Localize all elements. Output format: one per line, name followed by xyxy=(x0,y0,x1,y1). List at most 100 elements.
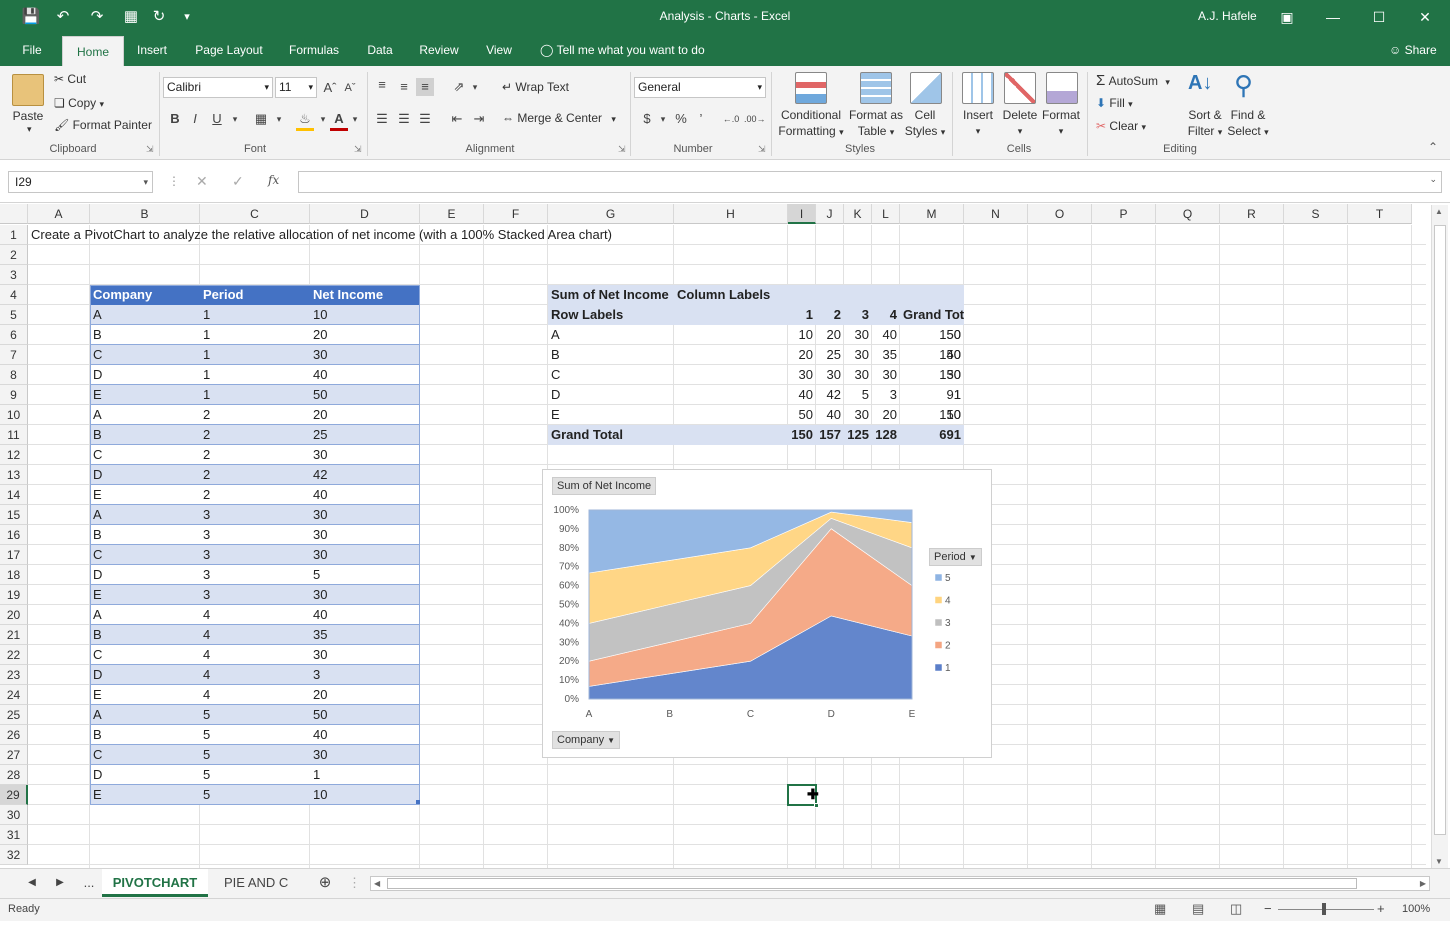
increase-decimal-icon[interactable]: ←.0 xyxy=(722,110,740,128)
row-header[interactable]: 15 xyxy=(0,505,28,525)
table-cell[interactable]: 50 xyxy=(310,385,420,405)
insert-function-icon[interactable]: fx xyxy=(268,173,279,187)
fill-handle[interactable] xyxy=(814,803,819,808)
row-header[interactable]: 16 xyxy=(0,525,28,545)
more-sheets-left[interactable]: ... xyxy=(78,869,100,897)
pivot-value-cell[interactable]: 30 xyxy=(844,405,872,425)
pivot-value-cell[interactable]: 20 xyxy=(872,405,900,425)
underline-button[interactable]: U xyxy=(208,110,226,128)
tab-page-layout[interactable]: Page Layout xyxy=(188,34,270,66)
pivot-value-cell[interactable]: 42 xyxy=(816,385,844,405)
pivot-period-header[interactable]: 1 xyxy=(788,305,816,325)
copy-button[interactable]: ❏ Copy ▾ xyxy=(54,96,104,110)
bold-button[interactable]: B xyxy=(166,110,184,128)
insert-cells-button[interactable]: Insert ▾ xyxy=(956,107,1000,139)
table-cell[interactable]: 5 xyxy=(200,785,310,805)
table-cell[interactable]: 30 xyxy=(310,545,420,565)
tab-data[interactable]: Data xyxy=(360,34,400,66)
table-cell[interactable]: B xyxy=(90,625,200,645)
align-top-icon[interactable]: ≡ xyxy=(373,76,391,94)
row-header[interactable]: 1 xyxy=(0,225,28,245)
scroll-up-icon[interactable]: ▲ xyxy=(1435,207,1443,216)
shrink-font-icon[interactable]: Aˇ xyxy=(341,79,359,97)
column-header[interactable]: K xyxy=(844,204,872,224)
table-cell[interactable]: 1 xyxy=(200,345,310,365)
customize-icon[interactable]: ▾ xyxy=(176,7,198,27)
decrease-decimal-icon[interactable]: .00→ xyxy=(744,110,766,128)
pivot-value-cell[interactable]: 30 xyxy=(844,365,872,385)
table-cell[interactable]: E xyxy=(90,785,200,805)
magnifier-icon[interactable]: ⚲ xyxy=(1234,70,1253,101)
clipboard-launcher-icon[interactable]: ⇲ xyxy=(146,144,154,155)
formula-input[interactable]: ⌄ xyxy=(298,171,1442,193)
table-cell[interactable]: 25 xyxy=(310,425,420,445)
table-cell[interactable]: 2 xyxy=(200,465,310,485)
cancel-icon[interactable]: ✕ xyxy=(196,173,208,190)
table-cell[interactable]: 20 xyxy=(310,685,420,705)
table-cell[interactable]: 1 xyxy=(200,325,310,345)
format-painter-button[interactable]: 🖌 Format Painter xyxy=(54,118,152,132)
scroll-right-icon[interactable]: ▶ xyxy=(1420,877,1426,890)
tab-insert[interactable]: Insert xyxy=(130,34,174,66)
pivot-value-cell[interactable]: 30 xyxy=(844,325,872,345)
column-header[interactable]: N xyxy=(964,204,1028,224)
cut-button[interactable]: ✂ Cut xyxy=(54,72,86,86)
table-cell[interactable]: 3 xyxy=(200,505,310,525)
table-cell[interactable]: 5 xyxy=(200,725,310,745)
row-header[interactable]: 30 xyxy=(0,805,28,825)
row-header[interactable]: 20 xyxy=(0,605,28,625)
tab-view[interactable]: View xyxy=(478,34,520,66)
table-cell[interactable]: 2 xyxy=(200,405,310,425)
borders-icon[interactable]: ▦ xyxy=(252,110,270,128)
vertical-scroll-thumb[interactable] xyxy=(1434,225,1446,835)
table-cell[interactable]: A xyxy=(90,605,200,625)
zoom-level[interactable]: 100% xyxy=(1402,903,1430,915)
pivot-row-total[interactable]: 91 xyxy=(900,385,964,405)
select-all-corner[interactable] xyxy=(0,204,28,224)
table-cell[interactable]: 4 xyxy=(200,685,310,705)
pivot-value-cell[interactable]: 35 xyxy=(872,345,900,365)
table-cell[interactable]: A xyxy=(90,405,200,425)
table-cell[interactable]: 4 xyxy=(200,665,310,685)
table-cell[interactable]: E xyxy=(90,585,200,605)
table-cell[interactable]: A xyxy=(90,505,200,525)
pivot-total-blank[interactable] xyxy=(674,425,788,445)
table-cell[interactable]: 2 xyxy=(200,425,310,445)
table-cell[interactable]: B xyxy=(90,425,200,445)
instruction-cell[interactable]: Create a PivotChart to analyze the relat… xyxy=(28,225,828,245)
row-header[interactable]: 21 xyxy=(0,625,28,645)
pivot-period-header[interactable]: 2 xyxy=(816,305,844,325)
row-header[interactable]: 31 xyxy=(0,825,28,845)
pivot-value-cell[interactable]: 5 xyxy=(844,385,872,405)
pivot-row-label[interactable]: C xyxy=(548,365,674,385)
row-header[interactable]: 5 xyxy=(0,305,28,325)
column-header[interactable]: Q xyxy=(1156,204,1220,224)
row-header[interactable]: 14 xyxy=(0,485,28,505)
column-header[interactable]: M xyxy=(900,204,964,224)
pivot-grand-total-header[interactable]: Grand Total xyxy=(900,305,964,325)
pivot-grand-total-label[interactable]: Grand Total xyxy=(548,425,674,445)
table-cell[interactable]: A xyxy=(90,705,200,725)
minimize-icon[interactable]: — xyxy=(1320,6,1346,28)
column-header[interactable]: I xyxy=(788,204,816,224)
row-header[interactable]: 18 xyxy=(0,565,28,585)
zoom-slider-thumb[interactable] xyxy=(1322,903,1326,915)
table-header-cell[interactable]: Period xyxy=(200,285,310,305)
horizontal-scroll-thumb[interactable] xyxy=(387,878,1357,889)
pivot-value-label[interactable]: Sum of Net Income xyxy=(548,285,674,305)
row-header[interactable]: 25 xyxy=(0,705,28,725)
table-header-cell[interactable]: Net Income xyxy=(310,285,420,305)
pivot-grand-total[interactable]: 691 xyxy=(900,425,964,445)
user-name[interactable]: A.J. Hafele xyxy=(1198,9,1257,23)
row-header[interactable]: 4 xyxy=(0,285,28,305)
table-cell[interactable]: 4 xyxy=(200,625,310,645)
table-cell[interactable]: B xyxy=(90,325,200,345)
pivot-row-label[interactable]: D xyxy=(548,385,674,405)
row-header[interactable]: 24 xyxy=(0,685,28,705)
save-icon[interactable]: 💾 xyxy=(20,7,42,27)
legend-field-button[interactable]: Period ▼ xyxy=(929,548,982,566)
table-cell[interactable]: C xyxy=(90,545,200,565)
decrease-indent-icon[interactable]: ⇤ xyxy=(448,110,466,128)
table-cell[interactable]: A xyxy=(90,305,200,325)
column-header[interactable]: T xyxy=(1348,204,1412,224)
